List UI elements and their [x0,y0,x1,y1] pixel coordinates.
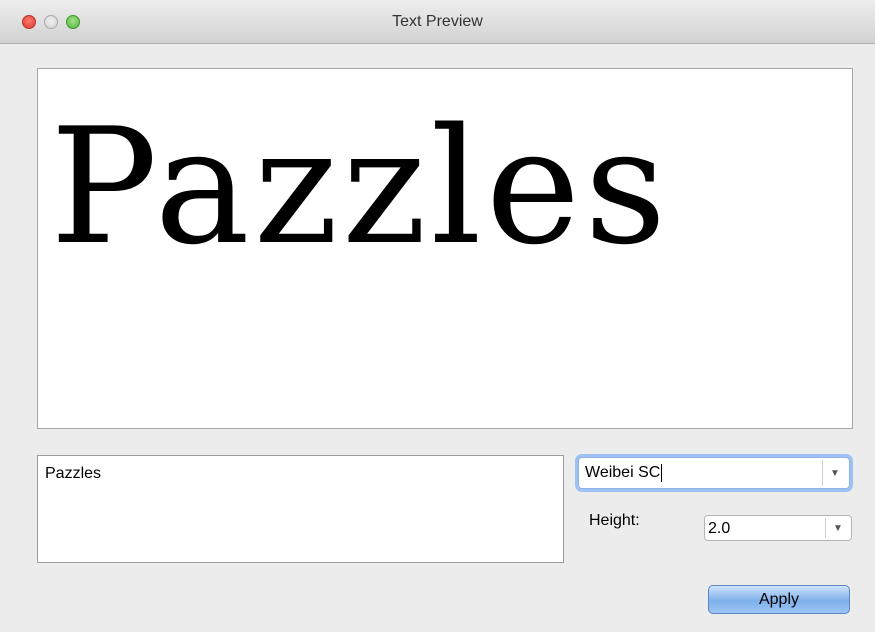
font-combo-box[interactable]: Weibei SC ▼ [578,457,850,489]
window-title: Text Preview [392,13,483,30]
height-combo-box[interactable]: 2.0 ▼ [704,515,852,541]
text-preview-panel: Pazzles [37,68,853,429]
title-bar: Text Preview [0,0,875,44]
height-label: Height: [589,512,640,529]
font-combo-input[interactable]: Weibei SC [585,464,663,482]
apply-button[interactable]: Apply [708,585,850,614]
height-value[interactable]: 2.0 [708,520,730,538]
text-input-area[interactable]: Pazzles [37,455,564,563]
preview-text: Pazzles [50,93,671,280]
chevron-down-icon[interactable]: ▼ [822,460,847,486]
chevron-down-icon[interactable]: ▼ [825,518,850,538]
